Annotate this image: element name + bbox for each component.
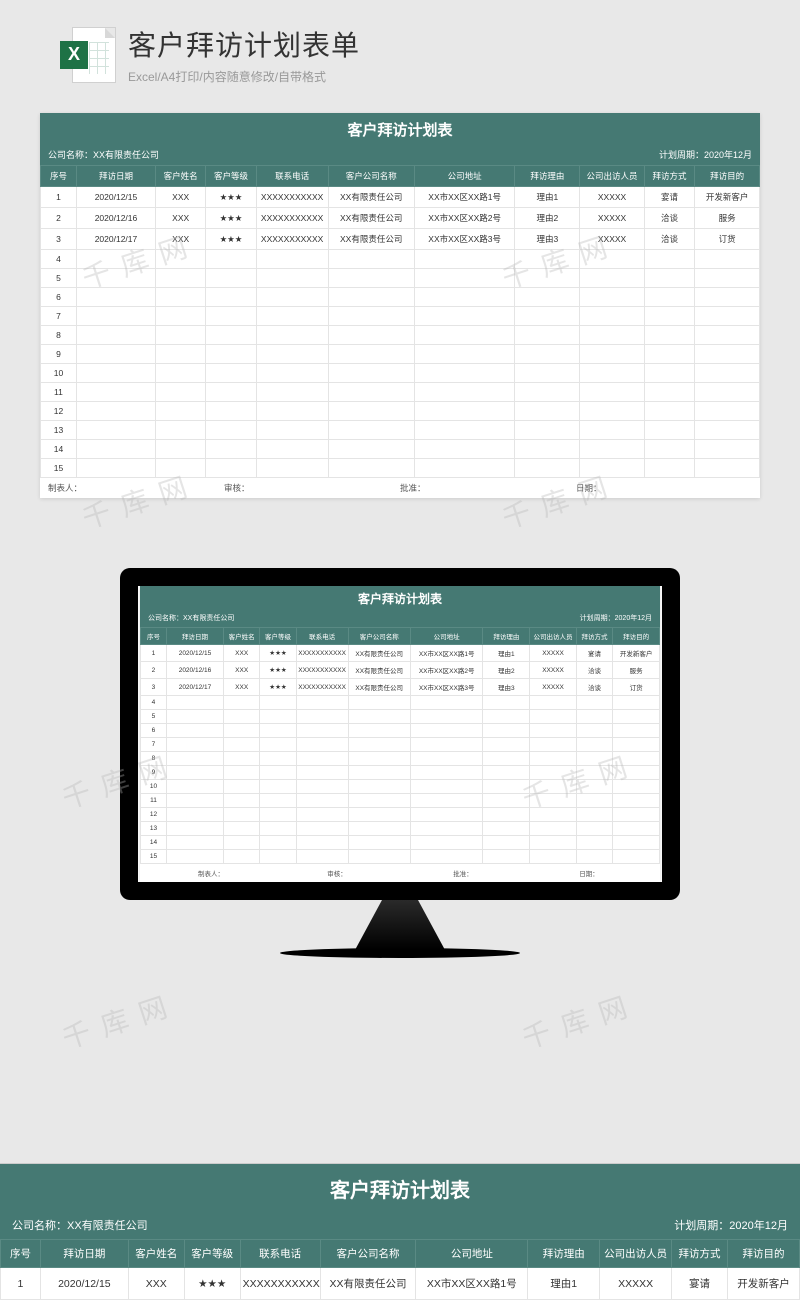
visit-plan-table-bottom: 序号拜访日期客户姓名客户等级联系电话客户公司名称公司地址拜访理由公司出访人员拜访… bbox=[0, 1239, 800, 1300]
table-row-empty: 8 bbox=[141, 752, 660, 766]
footer-approver: 批准： bbox=[400, 482, 576, 494]
column-header: 公司出访人员 bbox=[530, 628, 577, 645]
column-header: 拜访方式 bbox=[672, 1240, 728, 1268]
table-row-empty: 7 bbox=[41, 307, 760, 326]
period-field: 计划周期：2020年12月 bbox=[659, 148, 752, 161]
column-header: 拜访目的 bbox=[613, 628, 660, 645]
page-header: X 客户拜访计划表单 Excel/A4打印/内容随意修改/自带格式 bbox=[0, 0, 800, 95]
column-header: 客户公司名称 bbox=[348, 628, 410, 645]
table-row: 32020/12/17XXX★★★XXXXXXXXXXXXX有限责任公司XX市X… bbox=[41, 229, 760, 250]
excel-icon-letter: X bbox=[60, 41, 88, 69]
table-row-empty: 8 bbox=[41, 326, 760, 345]
column-header: 公司地址 bbox=[410, 628, 483, 645]
column-header: 公司地址 bbox=[414, 166, 515, 187]
column-header: 序号 bbox=[1, 1240, 41, 1268]
column-header: 客户等级 bbox=[206, 166, 256, 187]
sheet-title-bottom: 客户拜访计划表 bbox=[0, 1164, 800, 1213]
table-row-empty: 5 bbox=[41, 269, 760, 288]
column-header: 拜访日期 bbox=[166, 628, 223, 645]
table-row-empty: 4 bbox=[41, 250, 760, 269]
table-row: 32020/12/17XXX★★★XXXXXXXXXXXXX有限责任公司XX市X… bbox=[141, 679, 660, 696]
table-row-empty: 10 bbox=[141, 780, 660, 794]
column-header: 拜访理由 bbox=[515, 166, 580, 187]
footer-checker: 审核： bbox=[224, 482, 400, 494]
column-header: 拜访目的 bbox=[728, 1240, 800, 1268]
column-header: 拜访方式 bbox=[576, 628, 612, 645]
template-preview-card: 客户拜访计划表 公司名称：XX有限责任公司 计划周期：2020年12月 序号拜访… bbox=[40, 113, 760, 498]
column-header: 拜访方式 bbox=[644, 166, 694, 187]
column-header: 公司地址 bbox=[416, 1240, 528, 1268]
sheet-title: 客户拜访计划表 bbox=[40, 113, 760, 146]
column-header: 拜访日期 bbox=[40, 1240, 128, 1268]
column-header: 联系电话 bbox=[256, 166, 328, 187]
sheet-title-mini: 客户拜访计划表 bbox=[140, 586, 660, 611]
table-row-empty: 14 bbox=[41, 440, 760, 459]
table-row-empty: 15 bbox=[41, 459, 760, 478]
table-row: 22020/12/16XXX★★★XXXXXXXXXXXXX有限责任公司XX市X… bbox=[141, 662, 660, 679]
column-header: 客户姓名 bbox=[156, 166, 206, 187]
table-row-empty: 14 bbox=[141, 836, 660, 850]
table-row-empty: 12 bbox=[141, 808, 660, 822]
table-header-row: 序号拜访日期客户姓名客户等级联系电话客户公司名称公司地址拜访理由公司出访人员拜访… bbox=[41, 166, 760, 187]
column-header: 拜访理由 bbox=[483, 628, 530, 645]
table-row: 12020/12/15XXX★★★XXXXXXXXXXXXX有限责任公司XX市X… bbox=[141, 645, 660, 662]
column-header: 客户公司名称 bbox=[328, 166, 414, 187]
column-header: 联系电话 bbox=[296, 628, 348, 645]
table-row: 22020/12/16XXX★★★XXXXXXXXXXXXX有限责任公司XX市X… bbox=[41, 208, 760, 229]
column-header: 客户公司名称 bbox=[320, 1240, 416, 1268]
table-row-empty: 7 bbox=[141, 738, 660, 752]
table-row-empty: 11 bbox=[141, 794, 660, 808]
table-row-empty: 10 bbox=[41, 364, 760, 383]
table-row-empty: 13 bbox=[41, 421, 760, 440]
column-header: 拜访日期 bbox=[76, 166, 155, 187]
column-header: 公司出访人员 bbox=[580, 166, 645, 187]
table-row-empty: 13 bbox=[141, 822, 660, 836]
column-header: 客户等级 bbox=[260, 628, 296, 645]
visit-plan-table-mini: 序号拜访日期客户姓名客户等级联系电话客户公司名称公司地址拜访理由公司出访人员拜访… bbox=[140, 627, 660, 864]
table-row-empty: 4 bbox=[141, 696, 660, 710]
table-row-empty: 5 bbox=[141, 710, 660, 724]
page-subtitle: Excel/A4打印/内容随意修改/自带格式 bbox=[128, 68, 740, 85]
table-row-empty: 9 bbox=[141, 766, 660, 780]
watermark: 千库网 bbox=[517, 982, 644, 1057]
column-header: 客户等级 bbox=[184, 1240, 240, 1268]
column-header: 联系电话 bbox=[240, 1240, 320, 1268]
sheet-footer: 制表人： 审核： 批准： 日期： bbox=[40, 478, 760, 498]
table-row-empty: 15 bbox=[141, 850, 660, 864]
watermark: 千库网 bbox=[57, 982, 184, 1057]
column-header: 拜访目的 bbox=[695, 166, 760, 187]
column-header: 客户姓名 bbox=[128, 1240, 184, 1268]
table-row-empty: 9 bbox=[41, 345, 760, 364]
company-field: 公司名称：XX有限责任公司 bbox=[48, 148, 159, 161]
column-header: 公司出访人员 bbox=[600, 1240, 672, 1268]
table-row: 12020/12/15XXX★★★XXXXXXXXXXXXX有限责任公司XX市X… bbox=[1, 1268, 800, 1300]
table-row-empty: 6 bbox=[141, 724, 660, 738]
column-header: 拜访理由 bbox=[528, 1240, 600, 1268]
excel-icon: X bbox=[60, 27, 116, 83]
table-row-empty: 6 bbox=[41, 288, 760, 307]
monitor-mockup: 客户拜访计划表 公司名称：XX有限责任公司 计划周期：2020年12月 序号拜访… bbox=[0, 568, 800, 958]
table-row: 12020/12/15XXX★★★XXXXXXXXXXXXX有限责任公司XX市X… bbox=[41, 187, 760, 208]
bottom-preview-strip: 客户拜访计划表 公司名称：XX有限责任公司 计划周期：2020年12月 序号拜访… bbox=[0, 1163, 800, 1300]
footer-maker: 制表人： bbox=[48, 482, 224, 494]
column-header: 序号 bbox=[41, 166, 77, 187]
column-header: 序号 bbox=[141, 628, 167, 645]
visit-plan-table: 序号拜访日期客户姓名客户等级联系电话客户公司名称公司地址拜访理由公司出访人员拜访… bbox=[40, 165, 760, 478]
table-row-empty: 11 bbox=[41, 383, 760, 402]
column-header: 客户姓名 bbox=[224, 628, 260, 645]
table-row-empty: 12 bbox=[41, 402, 760, 421]
page-title: 客户拜访计划表单 bbox=[128, 24, 740, 64]
footer-date: 日期： bbox=[576, 482, 752, 494]
